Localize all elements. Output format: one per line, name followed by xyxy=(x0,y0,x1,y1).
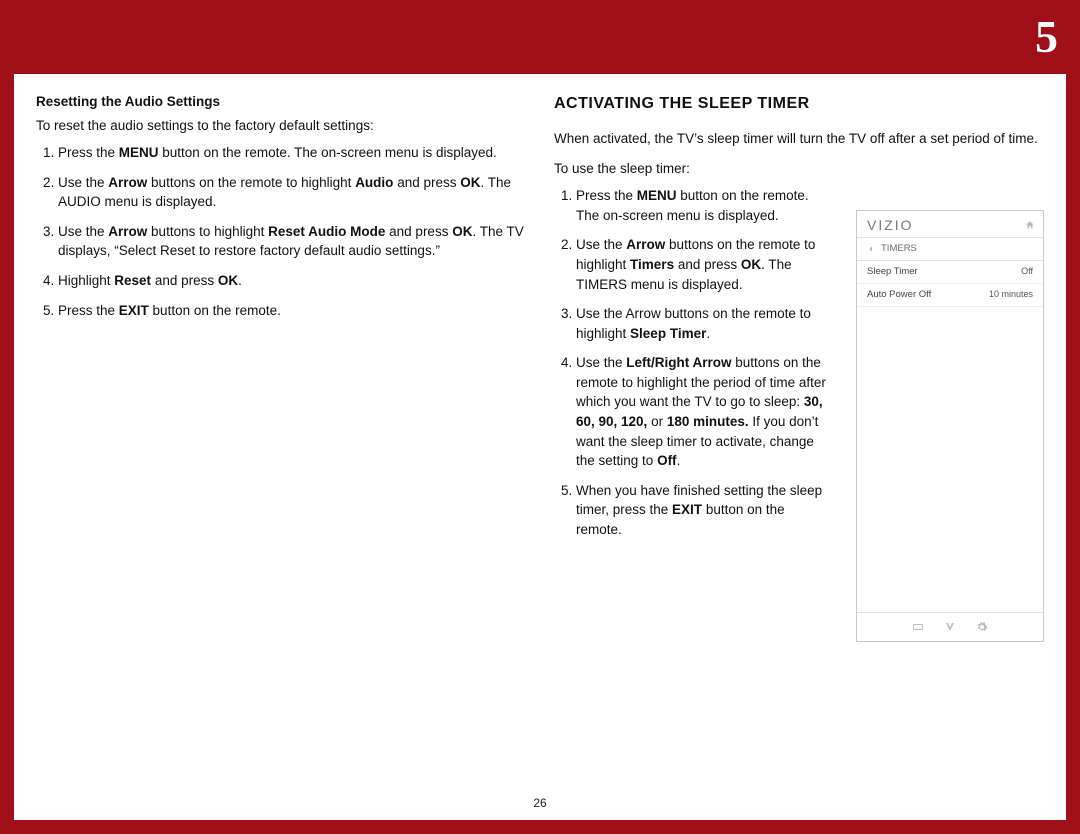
text-bold: EXIT xyxy=(119,303,149,318)
text: Press the xyxy=(58,145,119,160)
column-left: Resetting the Audio Settings To reset th… xyxy=(36,92,526,808)
reset-audio-subhead: Resetting the Audio Settings xyxy=(36,92,526,112)
list-item: Use the Arrow buttons on the remote to h… xyxy=(58,173,526,212)
text: or xyxy=(647,414,667,429)
text: Use the xyxy=(58,175,108,190)
osd-footer xyxy=(857,612,1043,641)
chapter-number: 5 xyxy=(1035,10,1058,63)
text: and press xyxy=(393,175,460,190)
list-item: Use the Arrow buttons to highlight Reset… xyxy=(58,222,526,261)
text-bold: OK xyxy=(218,273,238,288)
osd-row-sleep-timer: Sleep Timer Off xyxy=(857,261,1043,284)
text: button on the remote. xyxy=(149,303,281,318)
wide-icon xyxy=(911,621,925,633)
reset-audio-intro: To reset the audio settings to the facto… xyxy=(36,116,526,136)
list-item: Use the Left/Right Arrow buttons on the … xyxy=(576,353,834,470)
text-bold: MENU xyxy=(637,188,677,203)
text: buttons to highlight xyxy=(147,224,268,239)
list-item: Press the MENU button on the remote. The… xyxy=(576,186,834,225)
text-bold: Left/Right Arrow xyxy=(626,355,731,370)
manual-page: 5 Resetting the Audio Settings To reset … xyxy=(0,0,1080,834)
text-bold: OK xyxy=(460,175,480,190)
reset-audio-steps: Press the MENU button on the remote. The… xyxy=(36,143,526,320)
gear-icon xyxy=(975,621,989,633)
text: Press the xyxy=(58,303,119,318)
text-bold: Arrow xyxy=(108,175,147,190)
page-number: 26 xyxy=(14,796,1066,810)
content-sheet: Resetting the Audio Settings To reset th… xyxy=(14,74,1066,820)
text: Use the xyxy=(576,355,626,370)
sleep-timer-body: Press the MENU button on the remote. The… xyxy=(554,186,834,539)
text: and press xyxy=(151,273,218,288)
text-bold: Sleep Timer xyxy=(630,326,706,341)
v-logo-icon xyxy=(943,621,957,633)
column-right: ACTIVATING THE SLEEP TIMER When activate… xyxy=(554,92,1044,808)
list-item: Press the EXIT button on the remote. xyxy=(58,301,526,321)
text: buttons on the remote to highlight xyxy=(147,175,355,190)
osd-header: VIZIO xyxy=(857,211,1043,238)
list-item: Use the Arrow buttons on the remote to h… xyxy=(576,235,834,294)
text-bold: Arrow xyxy=(626,237,665,252)
text-bold: Reset xyxy=(114,273,151,288)
text-bold: Off xyxy=(657,453,677,468)
text-bold: EXIT xyxy=(672,502,702,517)
text-bold: MENU xyxy=(119,145,159,160)
text-bold: Reset Audio Mode xyxy=(268,224,385,239)
home-icon xyxy=(1025,220,1035,230)
text: Press the xyxy=(576,188,637,203)
sleep-timer-intro-1: When activated, the TV’s sleep timer wil… xyxy=(554,129,1044,149)
sleep-timer-intro-2: To use the sleep timer: xyxy=(554,159,1044,179)
osd-title: TIMERS xyxy=(881,242,917,256)
text: button on the remote. The on-screen menu… xyxy=(159,145,497,160)
osd-brand: VIZIO xyxy=(867,215,914,235)
text-bold: Arrow xyxy=(108,224,147,239)
text-bold: Audio xyxy=(355,175,393,190)
osd-row-auto-power-off: Auto Power Off 10 minutes xyxy=(857,284,1043,307)
osd-spacer xyxy=(857,307,1043,612)
text: Highlight xyxy=(58,273,114,288)
text-bold: Timers xyxy=(630,257,674,272)
text: Use the xyxy=(58,224,108,239)
text: . xyxy=(677,453,681,468)
text: and press xyxy=(674,257,741,272)
list-item: Highlight Reset and press OK. xyxy=(58,271,526,291)
osd-row-label: Auto Power Off xyxy=(867,288,931,302)
list-item: When you have finished setting the sleep… xyxy=(576,481,834,540)
sleep-timer-title: ACTIVATING THE SLEEP TIMER xyxy=(554,92,1044,115)
text: . xyxy=(238,273,242,288)
text: . xyxy=(706,326,710,341)
osd-menu-panel: VIZIO TIMERS Sleep Timer Off Auto Power … xyxy=(856,210,1044,642)
list-item: Use the Arrow buttons on the remote to h… xyxy=(576,304,834,343)
text: Use the xyxy=(576,237,626,252)
text: and press xyxy=(385,224,452,239)
back-icon xyxy=(867,245,875,253)
osd-row-label: Sleep Timer xyxy=(867,265,918,279)
text-bold: OK xyxy=(452,224,472,239)
list-item: Press the MENU button on the remote. The… xyxy=(58,143,526,163)
osd-row-value: Off xyxy=(1021,265,1033,279)
text-bold: 180 minutes. xyxy=(667,414,749,429)
osd-title-row: TIMERS xyxy=(857,238,1043,261)
sleep-timer-steps: Press the MENU button on the remote. The… xyxy=(554,186,834,539)
osd-row-value: 10 minutes xyxy=(989,288,1033,302)
text-bold: OK xyxy=(741,257,761,272)
